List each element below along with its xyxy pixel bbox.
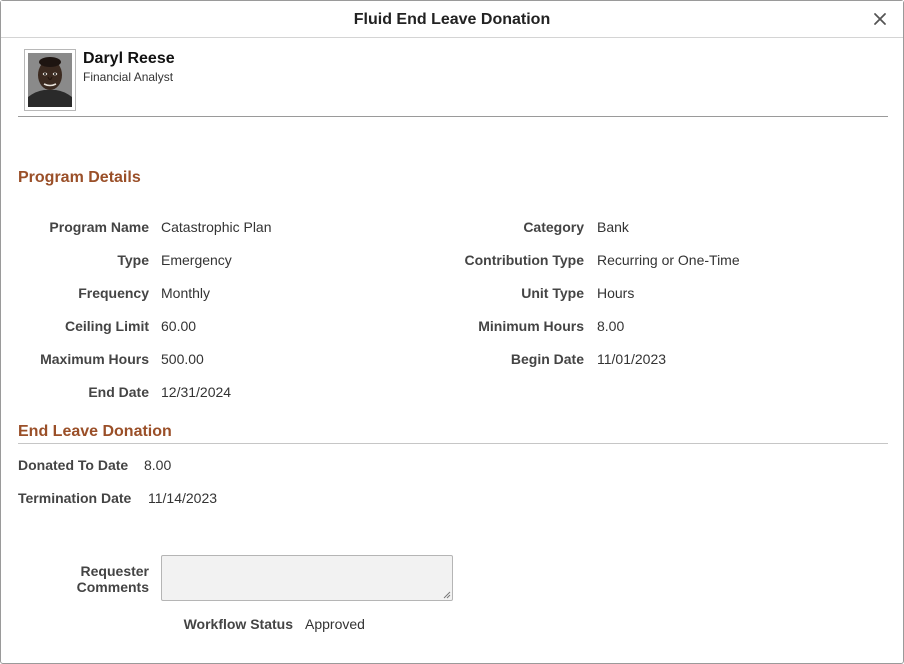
- dialog-header: Fluid End Leave Donation: [1, 1, 903, 38]
- resize-grip-icon[interactable]: [442, 590, 451, 599]
- begin-date-value: 11/01/2023: [597, 351, 667, 367]
- header-divider: [18, 116, 888, 117]
- category-value: Bank: [597, 219, 629, 235]
- end-date-label: End Date: [88, 384, 149, 400]
- termination-date-label: Termination Date: [18, 490, 132, 506]
- close-icon: [874, 13, 886, 25]
- requester-comments-field[interactable]: [161, 555, 453, 601]
- ceiling-limit-value: 60.00: [161, 318, 197, 334]
- program-name-value: Catastrophic Plan: [161, 219, 272, 235]
- employee-name: Daryl Reese: [83, 50, 175, 67]
- category-label: Category: [523, 219, 584, 235]
- unit-type-value: Hours: [597, 285, 635, 301]
- begin-date-label: Begin Date: [510, 351, 584, 367]
- type-value: Emergency: [161, 252, 232, 268]
- requester-comments-label-line1: Requester: [80, 563, 149, 579]
- employee-job-title: Financial Analyst: [83, 70, 174, 84]
- dialog-title: Fluid End Leave Donation: [353, 11, 551, 28]
- minimum-hours-value: 8.00: [597, 318, 625, 334]
- unit-type-label: Unit Type: [521, 285, 584, 301]
- section-divider: [18, 443, 888, 444]
- minimum-hours-label: Minimum Hours: [478, 318, 584, 334]
- type-label: Type: [117, 252, 149, 268]
- workflow-status-label: Workflow Status: [183, 616, 293, 632]
- avatar: [28, 53, 72, 107]
- donated-to-date-value: 8.00: [144, 457, 172, 473]
- requester-comments-label: Requester Comments: [77, 563, 149, 595]
- frequency-label: Frequency: [78, 285, 149, 301]
- maximum-hours-label: Maximum Hours: [40, 351, 149, 367]
- program-name-label: Program Name: [49, 219, 149, 235]
- employee-photo: [24, 49, 76, 111]
- end-leave-donation-heading: End Leave Donation: [18, 423, 172, 440]
- program-details-heading: Program Details: [18, 169, 141, 186]
- workflow-status-value: Approved: [305, 616, 365, 632]
- ceiling-limit-label: Ceiling Limit: [65, 318, 149, 334]
- requester-comments-label-line2: Comments: [76, 579, 149, 595]
- contribution-type-value: Recurring or One-Time: [597, 252, 740, 268]
- leave-donation-dialog: Fluid End Leave Donation Daryl Reese Fin…: [0, 0, 904, 664]
- contribution-type-label: Contribution Type: [464, 252, 585, 268]
- close-button[interactable]: [871, 10, 889, 28]
- maximum-hours-value: 500.00: [161, 351, 204, 367]
- donated-to-date-label: Donated To Date: [18, 457, 129, 473]
- termination-date-value: 11/14/2023: [148, 490, 218, 506]
- end-date-value: 12/31/2024: [161, 384, 232, 400]
- frequency-value: Monthly: [161, 285, 211, 301]
